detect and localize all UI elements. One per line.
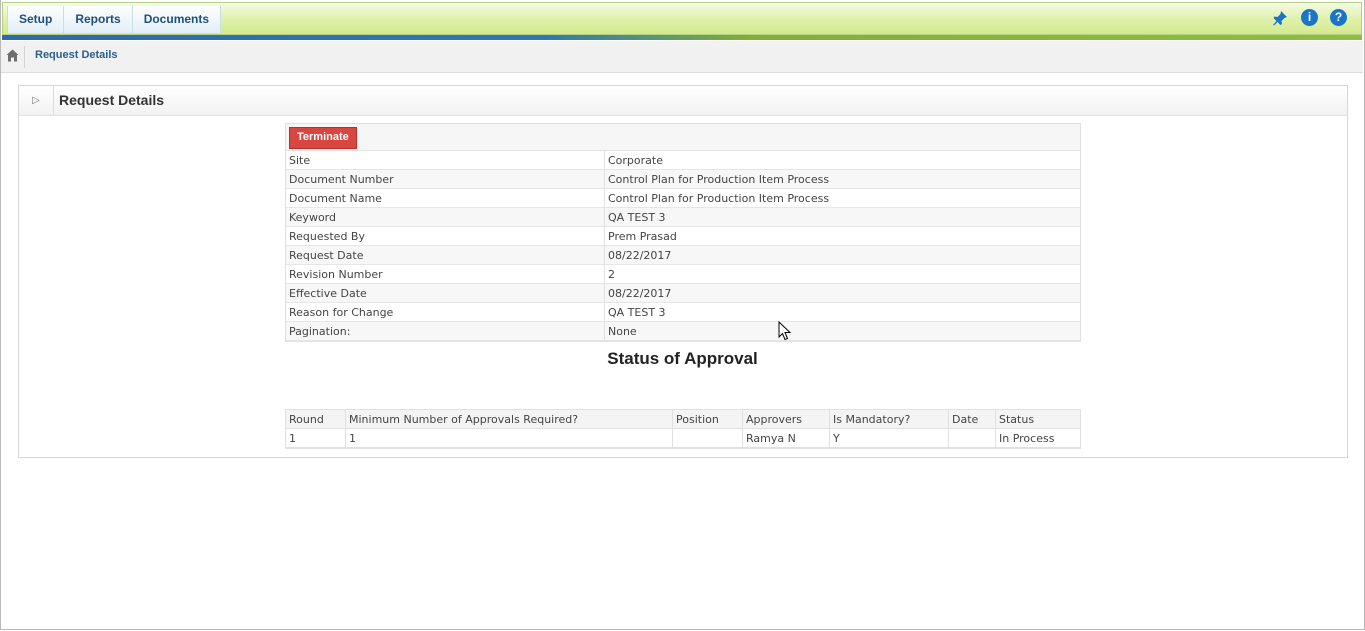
action-row: Terminate bbox=[286, 124, 1080, 151]
row-label: Revision Number bbox=[286, 264, 605, 284]
menu-reports[interactable]: Reports bbox=[64, 6, 133, 33]
top-menu-bar: Setup Reports Documents i ? bbox=[2, 2, 1362, 35]
col-approvers: Approvers bbox=[742, 410, 830, 429]
home-icon[interactable] bbox=[6, 49, 19, 62]
table-row: Request Date 08/22/2017 bbox=[286, 245, 1080, 265]
document-number-link[interactable]: Control Plan for Production Item Process bbox=[604, 169, 1080, 189]
row-value: QA TEST 3 bbox=[604, 302, 1080, 322]
row-value: Control Plan for Production Item Process bbox=[604, 188, 1080, 208]
col-position: Position bbox=[672, 410, 743, 429]
col-min-approvals: Minimum Number of Approvals Required? bbox=[345, 410, 673, 429]
row-label: Keyword bbox=[286, 207, 605, 227]
request-details-table: Terminate Site Corporate Document Number C… bbox=[285, 123, 1081, 342]
panel-title: Request Details bbox=[59, 92, 165, 108]
breadcrumb-separator bbox=[24, 46, 25, 68]
approval-status-title: Status of Approval bbox=[607, 349, 758, 368]
terminate-button[interactable]: Terminate bbox=[289, 127, 357, 149]
row-label: Site bbox=[286, 151, 605, 170]
cell-date bbox=[948, 428, 996, 448]
table-header-row: Round Minimum Number of Approvals Requir… bbox=[286, 410, 1080, 429]
main-menu: Setup Reports Documents bbox=[7, 6, 222, 33]
table-row: Site Corporate bbox=[286, 151, 1080, 170]
table-row: 1 1 Ramya N Y In Process bbox=[286, 428, 1080, 448]
info-icon[interactable]: i bbox=[1301, 9, 1318, 26]
row-value: 2 bbox=[604, 264, 1080, 284]
menu-setup[interactable]: Setup bbox=[7, 6, 65, 33]
cell-position bbox=[672, 428, 743, 448]
menu-documents[interactable]: Documents bbox=[132, 6, 222, 33]
row-label: Reason for Change bbox=[286, 302, 605, 322]
breadcrumb: Request Details bbox=[1, 41, 1363, 73]
table-row: Reason for Change QA TEST 3 bbox=[286, 302, 1080, 322]
cell-round: 1 bbox=[286, 428, 346, 448]
table-row: Pagination: None bbox=[286, 321, 1080, 341]
col-mandatory: Is Mandatory? bbox=[829, 410, 949, 429]
approval-table: Round Minimum Number of Approvals Requir… bbox=[285, 409, 1081, 449]
col-date: Date bbox=[948, 410, 996, 429]
row-label: Effective Date bbox=[286, 283, 605, 303]
row-value: 08/22/2017 bbox=[604, 245, 1080, 265]
row-label: Document Number bbox=[286, 169, 605, 189]
row-label: Requested By bbox=[286, 226, 605, 246]
row-value: None bbox=[604, 321, 1080, 341]
expand-toggle-icon[interactable]: ▷ bbox=[19, 86, 54, 115]
mouse-cursor-icon bbox=[778, 321, 792, 341]
table-row: Revision Number 2 bbox=[286, 264, 1080, 284]
row-value: QA TEST 3 bbox=[604, 207, 1080, 227]
table-row: Effective Date 08/22/2017 bbox=[286, 283, 1080, 303]
header-stripe bbox=[2, 35, 1362, 40]
row-value: 08/22/2017 bbox=[604, 283, 1080, 303]
cell-min-approvals: 1 bbox=[345, 428, 673, 448]
row-value: Prem Prasad bbox=[604, 226, 1080, 246]
row-value: Corporate bbox=[604, 151, 1080, 170]
pin-icon[interactable] bbox=[1271, 9, 1289, 27]
row-label: Request Date bbox=[286, 245, 605, 265]
col-round: Round bbox=[286, 410, 346, 429]
cell-mandatory: Y bbox=[829, 428, 949, 448]
table-row: Requested By Prem Prasad bbox=[286, 226, 1080, 246]
help-icon[interactable]: ? bbox=[1330, 9, 1347, 26]
row-label: Pagination: bbox=[286, 321, 605, 341]
row-label: Document Name bbox=[286, 188, 605, 208]
table-row: Document Name Control Plan for Production… bbox=[286, 188, 1080, 208]
panel-header: ▷ Request Details bbox=[19, 86, 1347, 116]
breadcrumb-current[interactable]: Request Details bbox=[35, 49, 118, 61]
cell-approvers: Ramya N bbox=[742, 428, 830, 448]
table-row: Keyword QA TEST 3 bbox=[286, 207, 1080, 227]
toolbar-icons: i ? bbox=[1271, 9, 1347, 27]
table-row: Document Number Control Plan for Producti… bbox=[286, 169, 1080, 189]
col-status: Status bbox=[995, 410, 1080, 429]
cell-status: In Process bbox=[995, 428, 1080, 448]
